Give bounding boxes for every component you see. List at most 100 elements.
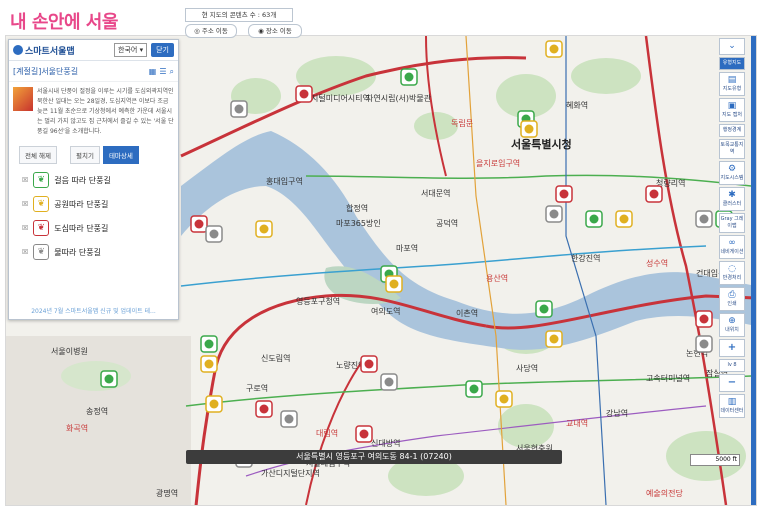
leaf-marker[interactable] [355,425,373,443]
leaf-marker[interactable] [520,120,538,138]
chevron-down-icon: ⌄ [728,41,736,51]
grid-view-icon[interactable]: ▦ [149,67,157,77]
leaf-marker[interactable] [100,370,118,388]
leaf-icon: ❦ [33,196,50,212]
toolbar-button[interactable]: 행정경계 [719,124,745,137]
leaf-marker[interactable] [200,335,218,353]
leaf-marker[interactable] [495,390,513,408]
leaf-icon: ❦ [33,220,50,236]
toolbar-button[interactable]: ▥ 데이터센터 [719,394,745,418]
toolbar-button[interactable]: ✱ 클러스터 [719,187,745,211]
leaf-marker[interactable] [280,410,298,428]
leaf-marker[interactable] [255,400,273,418]
toolbar-button[interactable]: ⊕ 내위치 [719,313,745,337]
search-icon[interactable]: ⌕ [170,67,174,77]
right-toolbar: ⌄ 유형지도 ▤ 지도유형 ▣ 지도 캡처 행정경계 토목교통지역 ⚙ 지도시스템 ✱… [719,38,745,420]
checkbox-icon[interactable]: ☒ [22,248,28,256]
checkbox-icon[interactable]: ☒ [22,200,28,208]
leaf-marker[interactable] [295,85,313,103]
leaf-marker[interactable] [545,40,563,58]
leaf-marker[interactable] [535,300,553,318]
leaf-marker[interactable] [190,215,208,233]
layer-item[interactable]: ☒ ❦ 물따라 단풍길 [9,240,178,264]
leaf-marker[interactable] [230,100,248,118]
tab-expand[interactable]: 펼치기 [70,146,100,164]
content-count: 현 지도의 콘텐츠 수 : 63개 [185,8,293,22]
checkbox-icon[interactable]: ☒ [22,224,28,232]
toolbar-label: 지도시스템 [720,175,744,181]
map-label: 예술의전당 [646,488,683,498]
toolbar-button[interactable]: ∞ 네비게이션 [719,235,745,259]
leaf-marker[interactable] [545,205,563,223]
map-label: 용산역 [486,273,508,283]
leaf-marker[interactable] [545,330,563,348]
leaf-marker[interactable] [695,335,713,353]
map-label: 고속터미널역 [646,373,690,383]
map-label: 한강진역 [571,253,600,263]
collapse-toolbar-button[interactable]: ⌄ [719,38,745,55]
map-label: 영등포구청역 [296,296,340,306]
map-label: 마포역 [396,243,418,253]
address-bar: 서울특별시 영등포구 여의도동 84-1 (07240) [186,450,562,464]
map-label: 서울이병원 [51,346,88,356]
leaf-marker[interactable] [645,185,663,203]
leaf-marker[interactable] [615,210,633,228]
leaf-marker[interactable] [205,225,223,243]
leaf-marker[interactable] [200,355,218,373]
map-label: 화곡역 [66,423,88,433]
map-label: 교대역 [566,418,588,428]
toolbar-label: 토목교통지역 [720,142,744,155]
map-label: 강남역 [606,408,628,418]
leaf-marker[interactable] [695,210,713,228]
toolbar-button[interactable]: 유형지도 [719,57,745,70]
leaf-marker[interactable] [380,373,398,391]
place-move-button[interactable]: ◉ 장소 이동 [248,24,302,38]
checkbox-icon[interactable]: ☒ [22,176,28,184]
list-view-icon[interactable]: ☰ [159,67,166,77]
leaf-marker[interactable] [360,355,378,373]
tab-clear-all[interactable]: 전체 해제 [19,146,57,164]
toolbar-button[interactable]: ⎙ 인쇄 [719,287,745,311]
toolbar-button[interactable]: Gray 그레이맵 [719,213,745,233]
toolbar-button[interactable]: 토목교통지역 [719,139,745,159]
theme-panel: 스마트서울맵 한국어 ▾ 닫기 [계절길]서울단풍길 ▦ ☰ ⌕ 서울시내 단풍… [8,39,179,320]
leaf-marker[interactable] [255,220,273,238]
leaf-marker[interactable] [385,275,403,293]
leaf-marker[interactable] [465,380,483,398]
leaf-marker[interactable] [555,185,573,203]
layer-item[interactable]: ☒ ❦ 걸음 따라 단풍길 [9,168,178,192]
zoom-in-button[interactable]: + [719,339,745,357]
leaf-marker[interactable] [585,210,603,228]
layer-item[interactable]: ☒ ❦ 공원따라 단풍길 [9,192,178,216]
toolbar-label: 내위치 [725,327,739,333]
toolbar-button[interactable]: ▤ 지도유형 [719,72,745,96]
toolbar-button[interactable]: ◌ 반경처리 [719,261,745,285]
leaf-marker[interactable] [400,68,418,86]
locate-icon: ⊕ [728,316,736,326]
link-icon: ∞ [728,238,736,248]
logo-icon [13,45,23,55]
address-move-button[interactable]: ◎ 주소 이동 [185,24,237,38]
layer-item[interactable]: ☒ ❦ 도심따라 단풍길 [9,216,178,240]
layer-label: 걸음 따라 단풍길 [54,175,111,185]
language-select[interactable]: 한국어 ▾ [114,43,148,57]
update-note[interactable]: 2024년 7월 스마트서울맵 신규 및 업데이트 테... [9,306,178,315]
toolbar-label: 행정경계 [722,127,742,133]
leaf-marker[interactable] [205,395,223,413]
map-label: 사당역 [516,363,538,373]
close-panel-button[interactable]: 닫기 [151,43,174,57]
map-label: 마포365방인 [336,218,381,228]
toolbar-button[interactable]: ▣ 지도 캡처 [719,98,745,122]
toolbar-button[interactable]: ⚙ 지도시스템 [719,161,745,185]
system-icon: ⚙ [727,164,737,174]
zoom-out-button[interactable]: − [719,374,745,392]
leaf-marker[interactable] [695,310,713,328]
panel-title: [계절길]서울단풍길 [13,67,79,76]
cluster-icon: ✱ [728,190,736,200]
tab-theme-detail[interactable]: 테마상세 [102,146,139,164]
map-label: 가산디지털단지역 [261,468,320,478]
map-type-icon: ▤ [727,75,737,85]
city-label: 서울특별시청 [511,137,572,151]
zoom-level: lv 8 [719,359,745,372]
map-label: 광명역 [156,488,178,498]
